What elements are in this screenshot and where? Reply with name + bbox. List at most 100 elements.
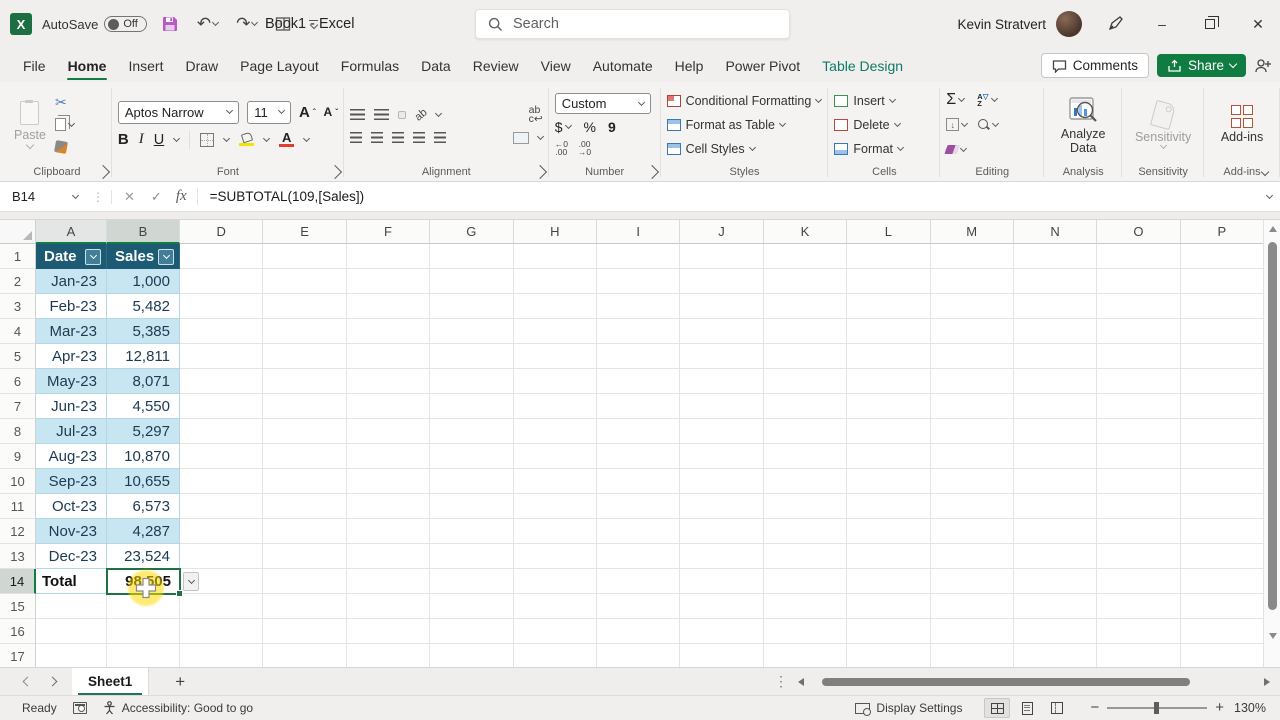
cell-G2[interactable]: [430, 269, 514, 294]
cell-O4[interactable]: [1097, 319, 1181, 344]
row-header-8[interactable]: 8: [0, 419, 36, 444]
next-sheet-button[interactable]: [47, 676, 58, 687]
cell-N9[interactable]: [1013, 444, 1098, 469]
cell-J7[interactable]: [680, 394, 764, 419]
tab-help[interactable]: Help: [664, 51, 715, 82]
cell-K5[interactable]: [763, 344, 848, 369]
cell-F15[interactable]: [346, 594, 431, 619]
cell-J17[interactable]: [680, 644, 764, 667]
cut-button[interactable]: ✂: [52, 93, 77, 113]
cell-E14[interactable]: [263, 569, 347, 594]
cell-G14[interactable]: [430, 569, 514, 594]
name-box[interactable]: B14: [0, 189, 86, 204]
cell-K16[interactable]: [763, 619, 848, 644]
cell-O6[interactable]: [1097, 369, 1181, 394]
cell-H13[interactable]: [513, 544, 597, 569]
cell-I16[interactable]: [596, 619, 681, 644]
share-button[interactable]: Share: [1156, 54, 1246, 77]
cell-J12[interactable]: [680, 519, 764, 544]
comma-style-button[interactable]: 9: [608, 119, 616, 135]
cell-P8[interactable]: [1180, 419, 1265, 444]
format-cells-button[interactable]: Format: [834, 138, 905, 160]
table-cell-B11[interactable]: 6,573: [107, 494, 180, 519]
column-header-P[interactable]: P: [1180, 220, 1265, 244]
tab-view[interactable]: View: [530, 51, 582, 82]
cell-G7[interactable]: [430, 394, 514, 419]
dialog-launcher-icon[interactable]: [532, 164, 547, 180]
cell-J9[interactable]: [680, 444, 764, 469]
cell-D10[interactable]: [180, 469, 264, 494]
cell-N10[interactable]: [1013, 469, 1098, 494]
cell-K9[interactable]: [763, 444, 848, 469]
cell-N11[interactable]: [1013, 494, 1098, 519]
table-cell-B10[interactable]: 10,655: [107, 469, 180, 494]
cell-O10[interactable]: [1097, 469, 1181, 494]
cell-P3[interactable]: [1180, 294, 1265, 319]
cell-K14[interactable]: [763, 569, 848, 594]
cell-P2[interactable]: [1180, 269, 1265, 294]
cell-J2[interactable]: [680, 269, 764, 294]
cell-D5[interactable]: [180, 344, 264, 369]
row-header-14[interactable]: 14: [0, 569, 36, 594]
cell-N8[interactable]: [1013, 419, 1098, 444]
dialog-launcher-icon[interactable]: [327, 164, 342, 180]
avatar[interactable]: [1056, 11, 1082, 37]
cell-P15[interactable]: [1180, 594, 1265, 619]
cell-K4[interactable]: [763, 319, 848, 344]
table-cell-A9[interactable]: Aug-23: [36, 444, 107, 469]
cell-P17[interactable]: [1181, 644, 1265, 667]
tab-page-layout[interactable]: Page Layout: [229, 51, 330, 82]
cell-F7[interactable]: [346, 394, 431, 419]
table-cell-A12[interactable]: Nov-23: [36, 519, 107, 544]
cell-L7[interactable]: [847, 394, 931, 419]
restore-button[interactable]: [1188, 0, 1232, 48]
cell-H17[interactable]: [514, 644, 597, 667]
cell-O12[interactable]: [1097, 519, 1181, 544]
row-header-5[interactable]: 5: [0, 344, 36, 369]
table-cell-A6[interactable]: May-23: [36, 369, 107, 394]
table-cell-B13[interactable]: 23,524: [107, 544, 180, 569]
cell-L13[interactable]: [847, 544, 931, 569]
cell-G4[interactable]: [430, 319, 514, 344]
cell-K11[interactable]: [763, 494, 848, 519]
page-layout-view-button[interactable]: [1014, 698, 1040, 718]
normal-view-button[interactable]: [984, 698, 1011, 718]
cell-G10[interactable]: [430, 469, 514, 494]
row-header-11[interactable]: 11: [0, 494, 36, 519]
scrollbar-options-handle[interactable]: ⋮: [774, 673, 788, 690]
scroll-right-icon[interactable]: [1264, 677, 1270, 686]
sort-filter-button[interactable]: A▽ Z: [977, 90, 998, 110]
cell-E13[interactable]: [263, 544, 347, 569]
cell-E9[interactable]: [263, 444, 347, 469]
cell-B15[interactable]: [107, 594, 180, 619]
cell-K12[interactable]: [763, 519, 848, 544]
cell-N7[interactable]: [1013, 394, 1098, 419]
cell-P7[interactable]: [1180, 394, 1265, 419]
table-cell-A2[interactable]: Jan-23: [36, 269, 107, 294]
table-cell-B7[interactable]: 4,550: [107, 394, 180, 419]
cell-M8[interactable]: [930, 419, 1014, 444]
cell-L12[interactable]: [847, 519, 931, 544]
autosum-button[interactable]: Σ: [946, 90, 967, 110]
table-cell-B5[interactable]: 12,811: [107, 344, 180, 369]
cell-K15[interactable]: [763, 594, 848, 619]
cell-M3[interactable]: [930, 294, 1014, 319]
cell-M15[interactable]: [930, 594, 1014, 619]
cell-I13[interactable]: [596, 544, 681, 569]
cell-K17[interactable]: [764, 644, 848, 667]
cell-N4[interactable]: [1013, 319, 1098, 344]
save-button[interactable]: [157, 12, 183, 36]
cell-H5[interactable]: [513, 344, 597, 369]
column-header-A[interactable]: A: [36, 220, 107, 244]
cell-O1[interactable]: [1097, 244, 1181, 269]
wrap-text-button[interactable]: ab c↩: [529, 104, 543, 124]
cell-L14[interactable]: [847, 569, 931, 594]
cell-M5[interactable]: [930, 344, 1014, 369]
decrease-font-size-button[interactable]: Aˇ: [324, 105, 338, 119]
cell-E17[interactable]: [263, 644, 347, 667]
table-cell-A8[interactable]: Jul-23: [36, 419, 107, 444]
align-top-button[interactable]: [349, 109, 365, 120]
cell-L2[interactable]: [847, 269, 931, 294]
format-as-table-button[interactable]: Format as Table: [666, 114, 822, 136]
table-cell-A11[interactable]: Oct-23: [36, 494, 107, 519]
